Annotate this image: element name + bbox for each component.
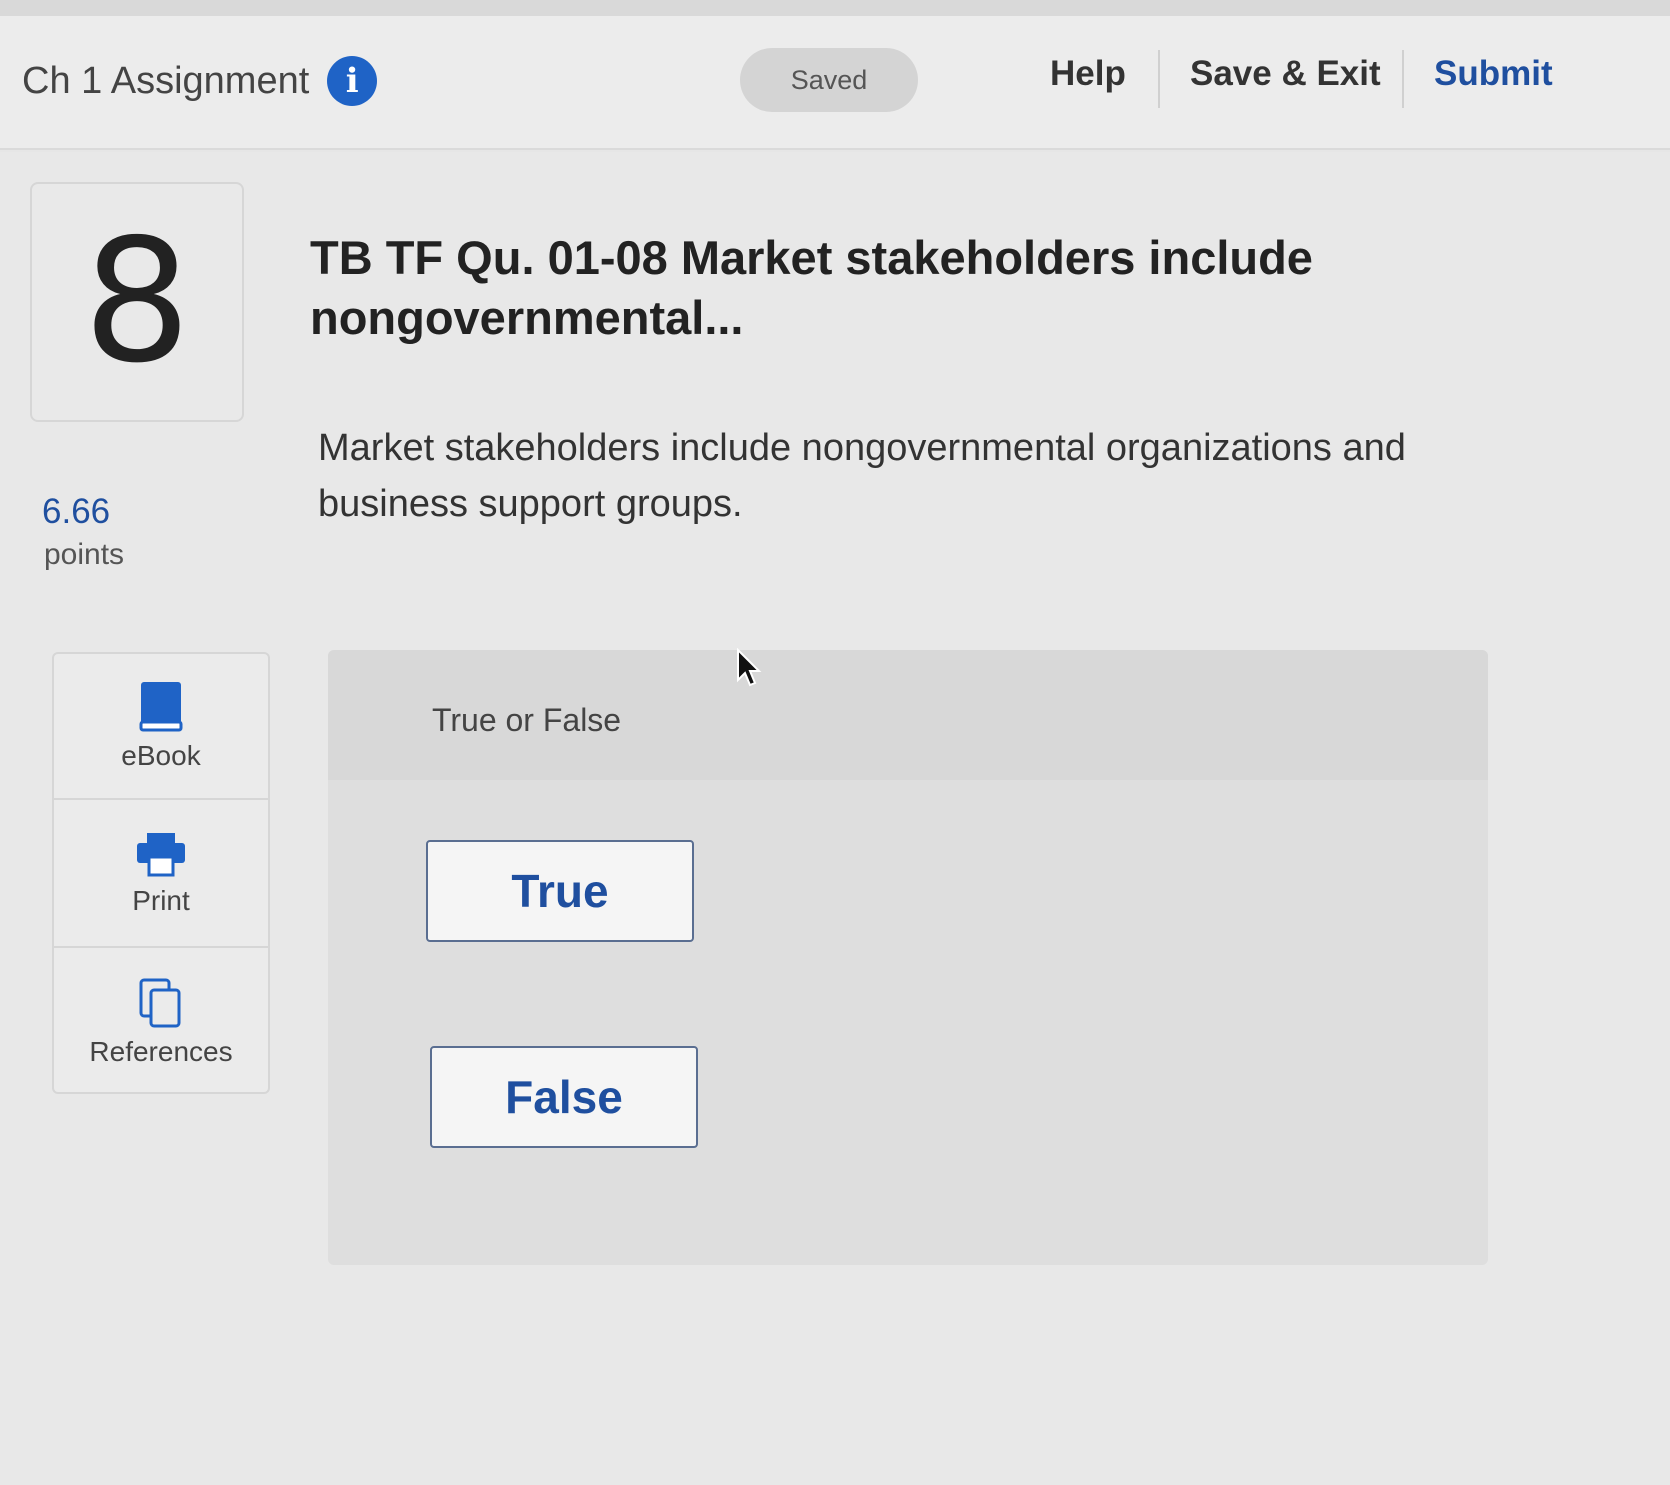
assignment-title: Ch 1 Assignment — [22, 59, 310, 102]
nav-divider — [1402, 50, 1404, 108]
info-icon[interactable]: i — [327, 56, 378, 106]
answer-header: True or False — [328, 650, 1488, 780]
ebook-button[interactable]: eBook — [54, 654, 268, 800]
browser-strip — [0, 0, 1670, 16]
answer-type-label: True or False — [432, 702, 622, 738]
mouse-cursor-icon — [737, 648, 762, 687]
top-bar: Ch 1 Assignment i Saved Help Save & Exit… — [0, 0, 1670, 150]
false-option-button[interactable]: False — [430, 1046, 698, 1148]
copy-documents-icon — [139, 978, 181, 1028]
help-link[interactable]: Help — [1050, 54, 1126, 94]
references-label: References — [89, 1036, 233, 1067]
true-option-button[interactable]: True — [426, 840, 694, 942]
points-label: points — [44, 538, 125, 571]
answer-panel: True or False True False — [328, 650, 1488, 1265]
ebook-label: eBook — [121, 740, 201, 771]
points-value: 6.66 — [42, 492, 111, 531]
tools-panel: eBook Print References — [52, 652, 270, 1094]
save-exit-link[interactable]: Save & Exit — [1190, 54, 1381, 94]
printer-icon — [137, 833, 185, 877]
print-label: Print — [132, 885, 190, 916]
saved-status-badge: Saved — [740, 48, 918, 112]
print-button[interactable]: Print — [54, 802, 268, 948]
references-button[interactable]: References — [54, 950, 268, 1096]
question-title: TB TF Qu. 01-08 Market stakeholders incl… — [310, 231, 1313, 344]
question-text: Market stakeholders include nongovernmen… — [318, 427, 1406, 525]
book-icon — [139, 682, 183, 732]
nav-divider — [1158, 50, 1160, 108]
assignment-header: Ch 1 Assignment i — [22, 56, 378, 106]
question-number: 8 — [30, 182, 244, 422]
submit-link[interactable]: Submit — [1434, 54, 1553, 94]
